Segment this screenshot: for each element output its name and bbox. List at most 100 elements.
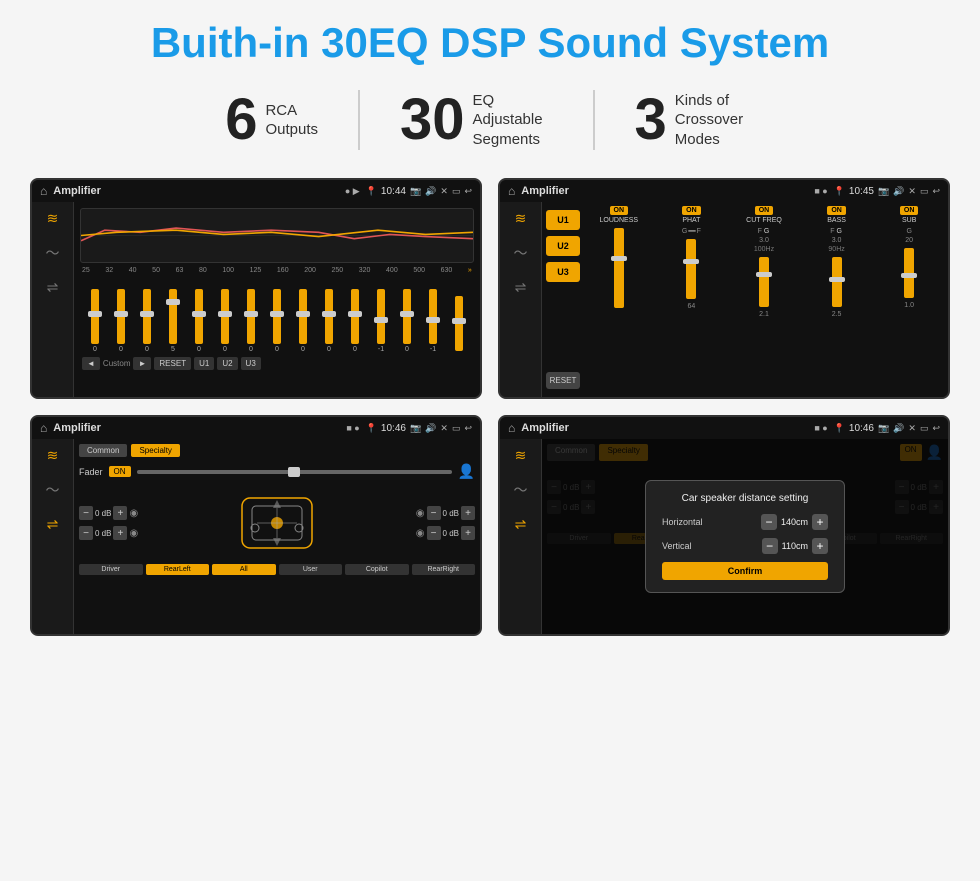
eq-slider-3[interactable]: 0 — [143, 289, 151, 353]
fr-minus-btn[interactable]: − — [427, 506, 441, 520]
phat-on-badge[interactable]: ON — [682, 206, 701, 215]
amp-app-title: Amplifier — [521, 185, 808, 197]
all-button[interactable]: All — [212, 564, 276, 575]
amp-wave-icon[interactable]: 〜 — [514, 243, 528, 263]
amp-u2-button[interactable]: U2 — [546, 236, 580, 256]
cutfreq-label: CUT FREQ — [746, 217, 782, 224]
close-icon[interactable]: ✕ — [440, 186, 448, 197]
rl-plus-btn[interactable]: + — [113, 526, 127, 540]
amp-filter-icon[interactable]: ≋ — [515, 210, 527, 227]
crossover-home-icon[interactable]: ⌂ — [40, 421, 47, 435]
rr-minus-btn[interactable]: − — [427, 526, 441, 540]
eq-wave-icon[interactable]: 〜 — [46, 243, 60, 263]
distance-time: 10:46 — [849, 423, 874, 434]
eq-balance-icon[interactable]: ⇌ — [47, 279, 59, 296]
eq-slider-6[interactable]: 0 — [221, 289, 229, 353]
eq-slider-11[interactable]: 0 — [351, 289, 359, 353]
amp-volume-icon: 🔊 — [893, 186, 904, 197]
distance-close-icon[interactable]: ✕ — [908, 423, 916, 434]
loudness-on-badge[interactable]: ON — [610, 206, 629, 215]
amp-home-icon[interactable]: ⌂ — [508, 184, 515, 198]
eq-slider-10[interactable]: 0 — [325, 289, 333, 353]
eq-label-80: 80 — [199, 267, 207, 274]
home-icon[interactable]: ⌂ — [40, 184, 47, 198]
distance-minimize-icon[interactable]: ▭ — [920, 423, 929, 434]
crossover-close-icon[interactable]: ✕ — [440, 423, 448, 434]
rr-plus-btn[interactable]: + — [461, 526, 475, 540]
eq-u1-button[interactable]: U1 — [194, 357, 214, 370]
crossover-dots: ■ ● — [346, 423, 359, 433]
speaker-fl-icon: ◉ — [129, 508, 138, 519]
eq-u2-button[interactable]: U2 — [217, 357, 237, 370]
rearleft-button[interactable]: RearLeft — [146, 564, 210, 575]
amp-screen-content: ≋ 〜 ⇌ U1 U2 U3 RESET ON — [500, 202, 948, 397]
eq-slider-15[interactable] — [455, 296, 463, 353]
crossover-wave-icon[interactable]: 〜 — [46, 480, 60, 500]
amp-sub-channel: ON SUB G 20 1.0 — [874, 206, 944, 318]
crossover-filter-icon[interactable]: ≋ — [47, 447, 59, 464]
amp-close-icon[interactable]: ✕ — [908, 186, 916, 197]
eq-slider-8[interactable]: 0 — [273, 289, 281, 353]
amp-u3-button[interactable]: U3 — [546, 262, 580, 282]
amp-minimize-icon[interactable]: ▭ — [920, 186, 929, 197]
screens-grid: ⌂ Amplifier ● ▶ 📍 10:44 📷 🔊 ✕ ▭ ↩ ≋ 〜 ⇌ — [30, 178, 950, 636]
minimize-icon[interactable]: ▭ — [452, 186, 461, 197]
amp-balance-icon[interactable]: ⇌ — [515, 279, 527, 296]
eq-slider-13[interactable]: 0 — [403, 289, 411, 353]
eq-prev-button[interactable]: ◄ — [82, 357, 100, 370]
fl-minus-btn[interactable]: − — [79, 506, 93, 520]
rl-minus-btn[interactable]: − — [79, 526, 93, 540]
common-tab[interactable]: Common — [79, 444, 127, 457]
fr-plus-btn[interactable]: + — [461, 506, 475, 520]
distance-wave-icon[interactable]: 〜 — [514, 480, 528, 500]
cutfreq-on-badge[interactable]: ON — [755, 206, 774, 215]
rearright-button[interactable]: RearRight — [412, 564, 476, 575]
specialty-tab[interactable]: Specialty — [131, 444, 179, 457]
crossover-app-title: Amplifier — [53, 422, 340, 434]
eq-u3-button[interactable]: U3 — [241, 357, 261, 370]
eq-slider-7[interactable]: 0 — [247, 289, 255, 353]
eq-next-button[interactable]: ► — [133, 357, 151, 370]
confirm-button[interactable]: Confirm — [662, 562, 828, 580]
eq-screen: ⌂ Amplifier ● ▶ 📍 10:44 📷 🔊 ✕ ▭ ↩ ≋ 〜 ⇌ — [30, 178, 482, 399]
eq-slider-9[interactable]: 0 — [299, 289, 307, 353]
back-icon[interactable]: ↩ — [464, 186, 472, 197]
eq-slider-1[interactable]: 0 — [91, 289, 99, 353]
vertical-plus-button[interactable]: + — [812, 538, 828, 554]
stat-eq-text: EQ AdjustableSegments — [473, 91, 553, 150]
eq-slider-12[interactable]: -1 — [377, 289, 385, 353]
fader-on-button[interactable]: ON — [109, 466, 131, 477]
eq-reset-button[interactable]: RESET — [154, 357, 191, 370]
fl-plus-btn[interactable]: + — [113, 506, 127, 520]
distance-filter-icon[interactable]: ≋ — [515, 447, 527, 464]
distance-home-icon[interactable]: ⌂ — [508, 421, 515, 435]
distance-balance-icon[interactable]: ⇌ — [515, 516, 527, 533]
crossover-balance-icon[interactable]: ⇌ — [47, 516, 59, 533]
volume-icon: 🔊 — [425, 186, 436, 197]
amp-back-icon[interactable]: ↩ — [932, 186, 940, 197]
user-button[interactable]: User — [279, 564, 343, 575]
eq-status-bar: ⌂ Amplifier ● ▶ 📍 10:44 📷 🔊 ✕ ▭ ↩ — [32, 180, 480, 202]
eq-slider-5[interactable]: 0 — [195, 289, 203, 353]
crossover-minimize-icon[interactable]: ▭ — [452, 423, 461, 434]
distance-back-icon[interactable]: ↩ — [932, 423, 940, 434]
horizontal-minus-button[interactable]: − — [761, 514, 777, 530]
eq-slider-2[interactable]: 0 — [117, 289, 125, 353]
amp-reset-button[interactable]: RESET — [546, 372, 580, 389]
eq-slider-4[interactable]: 5 — [169, 289, 177, 353]
eq-filter-icon[interactable]: ≋ — [47, 210, 59, 227]
horizontal-plus-button[interactable]: + — [812, 514, 828, 530]
bass-on-badge[interactable]: ON — [827, 206, 846, 215]
amp-dots: ■ ● — [814, 186, 827, 196]
crossover-time: 10:46 — [381, 423, 406, 434]
copilot-button[interactable]: Copilot — [345, 564, 409, 575]
crossover-back-icon[interactable]: ↩ — [464, 423, 472, 434]
stat-crossover-number: 3 — [635, 91, 667, 149]
amp-u1-button[interactable]: U1 — [546, 210, 580, 230]
eq-slider-14[interactable]: -1 — [429, 289, 437, 353]
stat-crossover: 3 Kinds ofCrossover Modes — [595, 91, 795, 150]
sub-on-badge[interactable]: ON — [900, 206, 919, 215]
eq-label-250: 250 — [331, 267, 343, 274]
driver-button[interactable]: Driver — [79, 564, 143, 575]
vertical-minus-button[interactable]: − — [762, 538, 778, 554]
